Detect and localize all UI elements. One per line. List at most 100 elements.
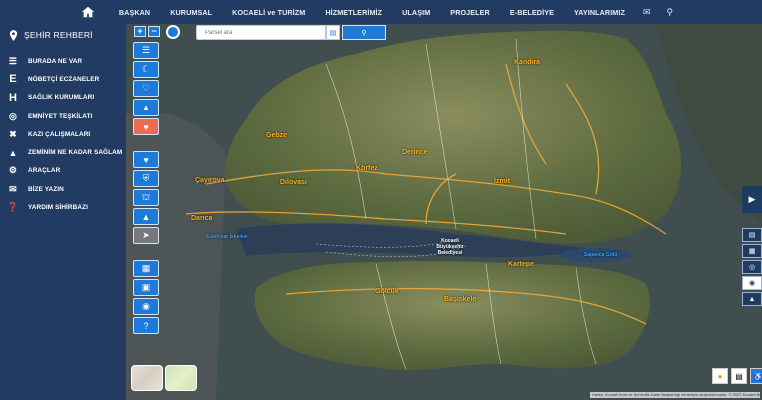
sidebar-item-burada-ne-var[interactable]: ☰ BURADA NE VAR bbox=[0, 52, 126, 70]
sidebar-item-label: ZEMİNİM NE KADAR SAĞLAM bbox=[28, 149, 123, 157]
city-label-izmit[interactable]: İzmit bbox=[494, 178, 510, 185]
excavation-icon: ✖ bbox=[9, 128, 17, 139]
street-view-icon[interactable]: ● bbox=[712, 368, 728, 384]
sidebar-item-kazi-calismalari[interactable]: ✖ KAZI ÇALIŞMALARI bbox=[0, 125, 126, 143]
chat-icon: ✉ bbox=[9, 183, 17, 194]
tool-group-2: ♥ ⛨ ⛫ ▲ ➤ bbox=[133, 151, 159, 244]
tools-icon: ⚙ bbox=[8, 165, 18, 176]
building-icon[interactable]: ⛫ bbox=[133, 189, 159, 206]
sidebar-item-label: EMNİYET TEŞKİLATI bbox=[28, 112, 93, 120]
zoom-controls: + − bbox=[134, 26, 160, 37]
search-options-icon[interactable]: ▤ bbox=[326, 25, 340, 40]
camera-icon[interactable]: ◉ bbox=[133, 298, 159, 315]
sidebar-item-label: ARAÇLAR bbox=[28, 167, 61, 175]
heart-icon[interactable]: ♥ bbox=[133, 118, 159, 135]
search-icon[interactable]: ⚲ bbox=[659, 7, 682, 18]
microphone-icon[interactable]: ◎ bbox=[742, 260, 762, 274]
question-icon[interactable]: ? bbox=[133, 317, 159, 334]
health-icon[interactable]: ♥ bbox=[133, 151, 159, 168]
basemap-switcher bbox=[131, 365, 197, 391]
pharmacy-icon: E bbox=[9, 73, 17, 86]
city-label-darica[interactable]: Darıca bbox=[191, 215, 212, 222]
city-label-kartepe[interactable]: Kartepe bbox=[508, 261, 534, 268]
layers-icon[interactable]: ☰ bbox=[133, 42, 159, 59]
sidebar-item-araclar[interactable]: ⚙ ARAÇLAR bbox=[0, 162, 126, 180]
sidebar-item-yardim-sihirbazi[interactable]: ❓ YARDIM SİHİRBAZI bbox=[0, 198, 126, 216]
walker-icon[interactable]: ⛨ bbox=[133, 170, 159, 187]
nav-hizmetlerimiz[interactable]: HİZMETLERİMİZ bbox=[315, 8, 392, 17]
sidebar-item-label: BURADA NE VAR bbox=[28, 57, 83, 65]
zoom-in-button[interactable]: + bbox=[134, 26, 146, 37]
stats-icon[interactable]: ▴ bbox=[133, 99, 159, 116]
graduation-icon[interactable]: ▲ bbox=[133, 208, 159, 225]
home-icon[interactable] bbox=[81, 5, 95, 19]
city-label-kandira[interactable]: Kandıra bbox=[514, 59, 540, 66]
locate-me-button[interactable] bbox=[166, 25, 180, 39]
sidebar-item-nobetci-eczaneler[interactable]: E NÖBETÇİ ECZANELER bbox=[0, 70, 126, 88]
bottom-right-tools: ● ▤ ♿ bbox=[712, 368, 762, 384]
accessibility-icon[interactable]: ♿ bbox=[750, 368, 762, 384]
sidebar: ŞEHİR REHBERİ ☰ BURADA NE VAR E NÖBETÇİ … bbox=[0, 24, 126, 400]
list-icon: ☰ bbox=[8, 55, 18, 66]
moon-icon[interactable]: ☾ bbox=[133, 61, 159, 78]
sidebar-item-emniyet-teskilati[interactable]: ◎ EMNİYET TEŞKİLATI bbox=[0, 107, 126, 125]
city-label-derince[interactable]: Derince bbox=[402, 149, 428, 156]
parcel-search-input[interactable] bbox=[196, 25, 326, 40]
nav-ulasim[interactable]: ULAŞIM bbox=[392, 8, 440, 17]
nav-kurumsal[interactable]: KURUMSAL bbox=[160, 8, 222, 17]
city-label-basiskele[interactable]: Başiskele bbox=[444, 296, 476, 303]
map-canvas[interactable]: Kandıra Gebze Derince Çayırova Dilovası … bbox=[126, 24, 762, 400]
city-label-dilovasi[interactable]: Dilovası bbox=[280, 179, 307, 186]
tool-group-3: ▦ ▣ ◉ ? bbox=[133, 260, 159, 334]
sidebar-item-bize-yazin[interactable]: ✉ BİZE YAZIN bbox=[0, 180, 126, 198]
place-label-sapanca[interactable]: Sapanca Gölü bbox=[584, 252, 617, 258]
print-icon[interactable]: ▤ bbox=[742, 228, 762, 242]
basemap-street-tile[interactable] bbox=[131, 365, 163, 391]
sidebar-item-label: NÖBETÇİ ECZANELER bbox=[28, 75, 100, 83]
city-label-gebze[interactable]: Gebze bbox=[266, 132, 287, 139]
tool-group-1: ☰ ☾ ♡ ▴ ♥ bbox=[133, 42, 159, 135]
help-icon: ❓ bbox=[7, 202, 19, 213]
satellite-map[interactable] bbox=[126, 24, 762, 400]
sidebar-item-label: BİZE YAZIN bbox=[28, 185, 64, 193]
city-label-korfez[interactable]: Körfez bbox=[356, 165, 378, 172]
top-navigation: BAŞKAN KURUMSAL KOCAELİ ve TURİZM HİZMET… bbox=[0, 0, 762, 24]
search-icon: ⚲ bbox=[361, 29, 367, 37]
document-icon[interactable]: ▦ bbox=[742, 244, 762, 258]
sidebar-header: ŞEHİR REHBERİ bbox=[0, 24, 126, 46]
police-icon: ◎ bbox=[9, 110, 17, 121]
bus-icon[interactable]: ▣ bbox=[133, 279, 159, 296]
hospital-icon: H bbox=[8, 91, 18, 104]
nav-e-belediye[interactable]: E-BELEDİYE bbox=[500, 8, 564, 17]
zoom-out-button[interactable]: − bbox=[148, 26, 160, 37]
nav-baskan[interactable]: BAŞKAN bbox=[109, 8, 160, 17]
print-icon[interactable]: ▤ bbox=[731, 368, 747, 384]
location-pin-icon bbox=[9, 29, 18, 41]
city-label-municipality[interactable]: Kocaeli Büyükşehir Belediyesi bbox=[429, 238, 471, 256]
city-label-cayirova[interactable]: Çayırova bbox=[195, 177, 225, 184]
nav-yayinlarimiz[interactable]: YAYINLARIMIZ bbox=[564, 8, 635, 17]
next-arrow-icon[interactable]: ➤ bbox=[133, 227, 159, 244]
hiking-icon[interactable]: ♡ bbox=[133, 80, 159, 97]
nav-projeler[interactable]: PROJELER bbox=[440, 8, 500, 17]
basemap-topo-tile[interactable] bbox=[165, 365, 197, 391]
envelope-icon[interactable]: ✉ bbox=[635, 7, 659, 18]
grid-icon[interactable]: ▦ bbox=[133, 260, 159, 277]
sidebar-item-zeminim-ne-kadar-saglam[interactable]: ▲ ZEMİNİM NE KADAR SAĞLAM bbox=[0, 143, 126, 161]
shield-icon[interactable]: ▲ bbox=[742, 292, 762, 306]
place-label-eskihisar[interactable]: Eskihisar İskelesi bbox=[206, 234, 248, 240]
sidebar-title: ŞEHİR REHBERİ bbox=[24, 30, 93, 40]
sidebar-item-saglik-kurumlari[interactable]: H SAĞLIK KURUMLARI bbox=[0, 89, 126, 107]
panel-toggle-arrow-icon[interactable]: ▶ bbox=[742, 186, 762, 213]
nav-kocaeli-turizm[interactable]: KOCAELİ ve TURİZM bbox=[222, 8, 315, 17]
right-toolbar: ▤ ▦ ◎ ◉ ▲ bbox=[742, 228, 762, 306]
sidebar-item-label: KAZI ÇALIŞMALARI bbox=[28, 130, 91, 138]
sidebar-item-label: SAĞLIK KURUMLARI bbox=[28, 94, 95, 102]
location-pin-icon[interactable]: ◉ bbox=[742, 276, 762, 290]
search-button[interactable]: ⚲ bbox=[342, 25, 386, 40]
city-label-golcuk[interactable]: Gölcük bbox=[375, 288, 399, 295]
ground-icon: ▲ bbox=[8, 147, 18, 158]
map-attribution: Harita, Kocaeli İmar ve Şehircilik Daire… bbox=[590, 392, 760, 398]
parcel-search: ▤ ⚲ bbox=[196, 25, 390, 40]
sidebar-item-label: YARDIM SİHİRBAZI bbox=[28, 204, 88, 212]
